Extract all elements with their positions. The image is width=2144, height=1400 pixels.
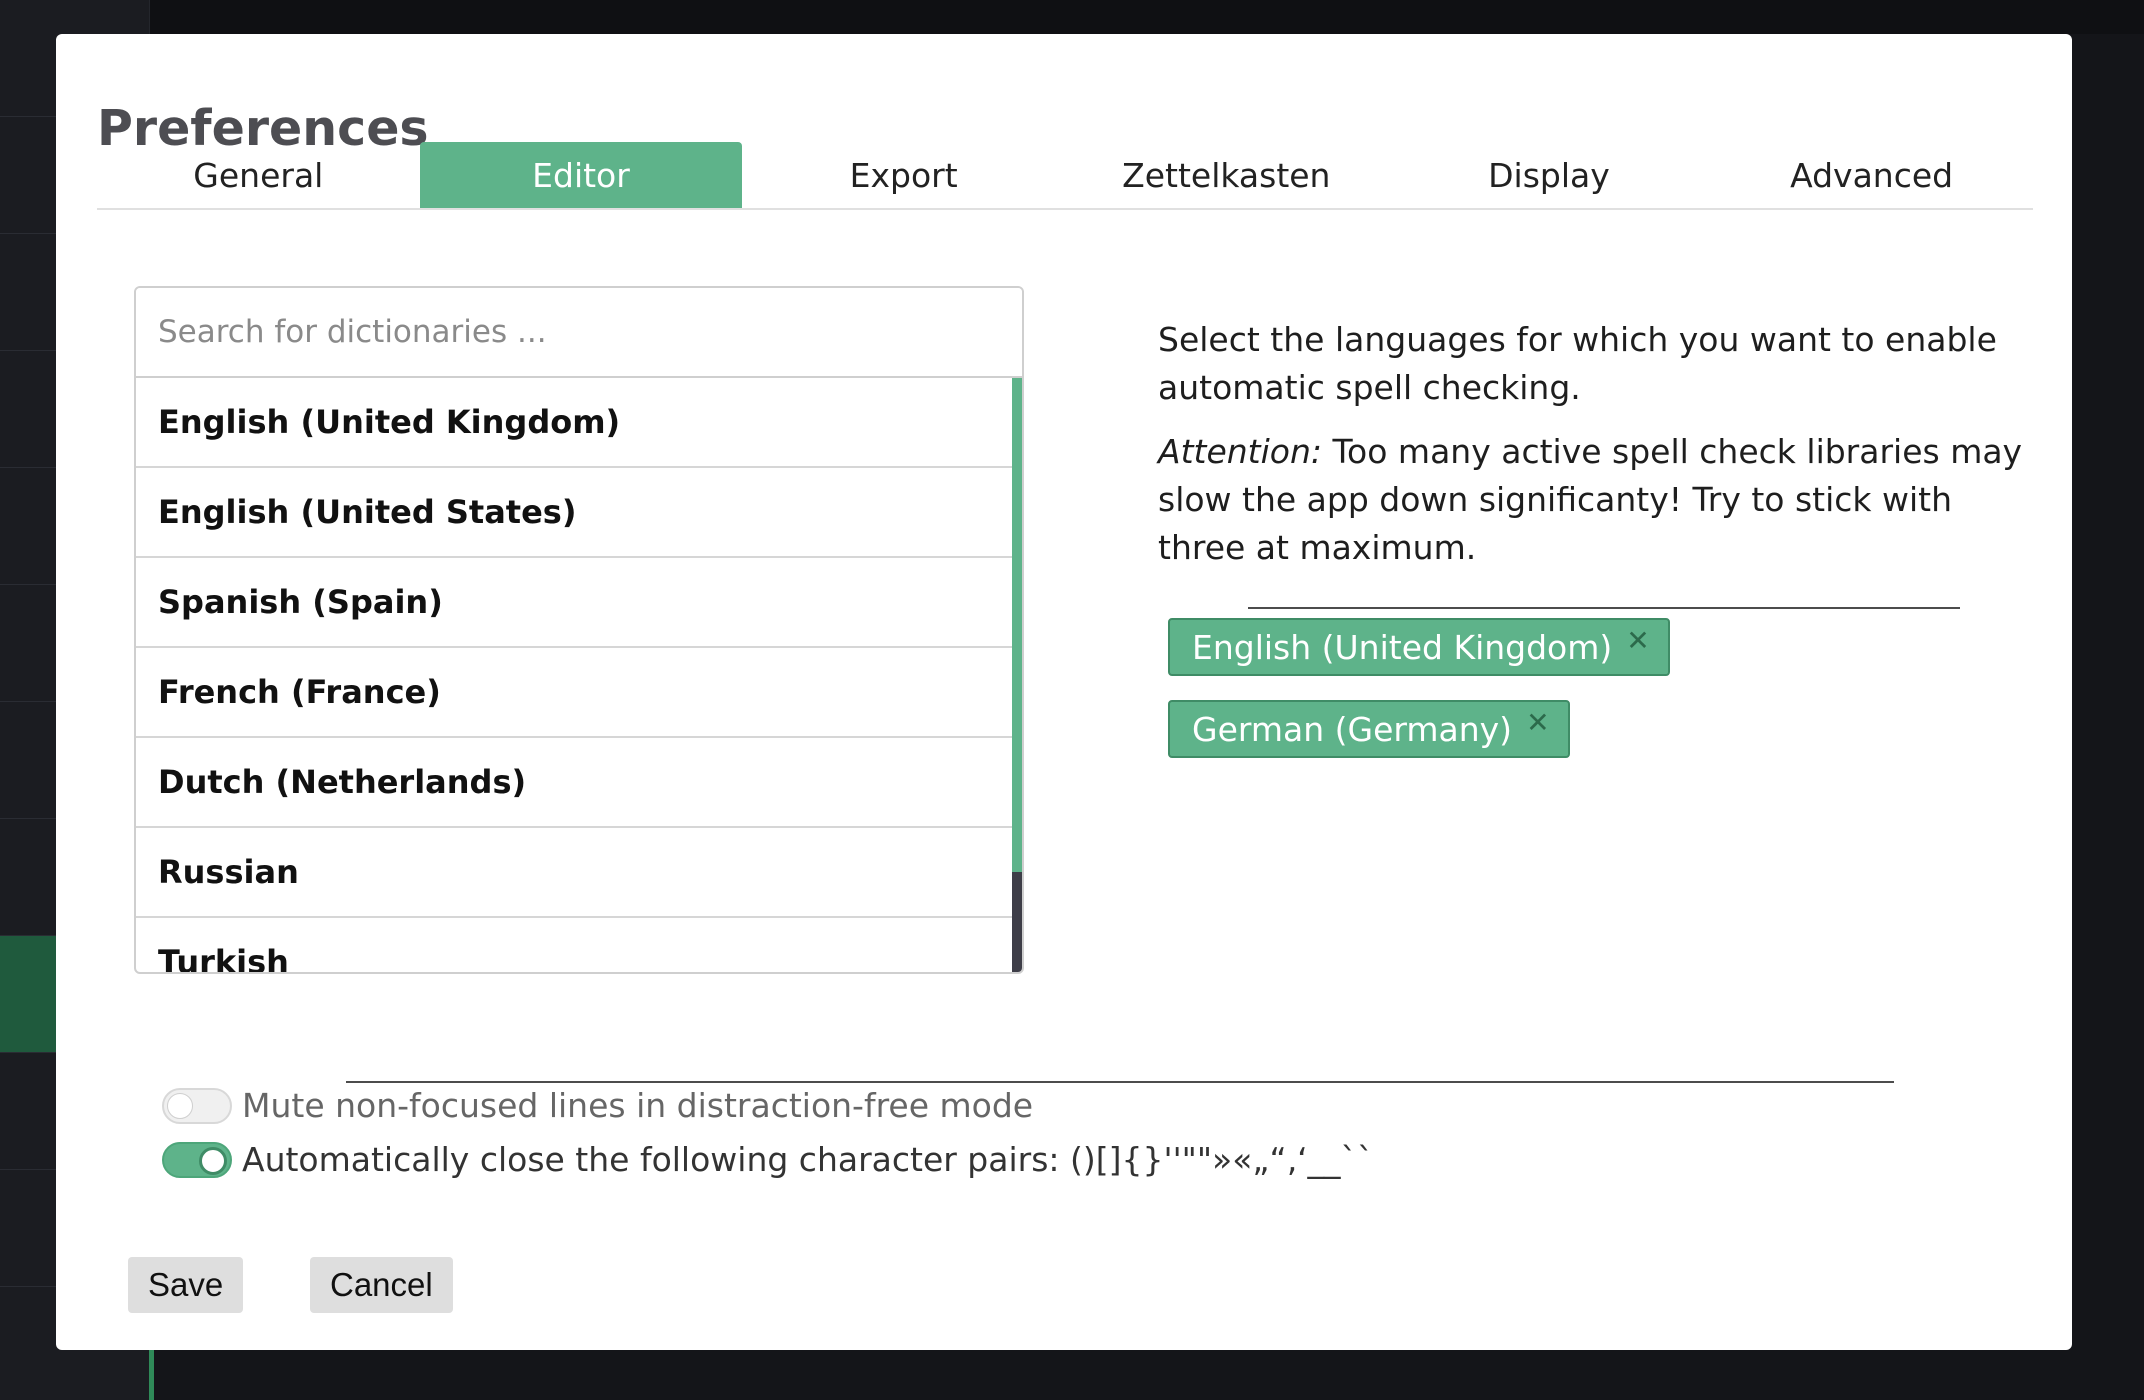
dictionary-item[interactable]: Russian bbox=[136, 828, 1012, 918]
close-icon[interactable]: ✕ bbox=[1526, 706, 1549, 739]
dictionary-list-scrollbar[interactable] bbox=[1012, 378, 1022, 972]
toggle-knob bbox=[199, 1146, 227, 1175]
dictionary-item[interactable]: French (France) bbox=[136, 648, 1012, 738]
spellcheck-attention: Attention: Too many active spell check l… bbox=[1158, 428, 2038, 572]
tab-advanced[interactable]: Advanced bbox=[1710, 142, 2033, 208]
attention-label: Attention: bbox=[1158, 432, 1323, 471]
scrollbar-thumb[interactable] bbox=[1012, 378, 1022, 872]
dictionary-item[interactable]: English (United Kingdom) bbox=[136, 378, 1012, 468]
mute-lines-toggle[interactable] bbox=[162, 1087, 232, 1124]
info-divider bbox=[1248, 607, 1960, 609]
tab-export[interactable]: Export bbox=[742, 142, 1065, 208]
spellcheck-info: Select the languages for which you want … bbox=[1158, 316, 2038, 588]
tab-editor[interactable]: Editor bbox=[419, 142, 743, 208]
background-titlebar bbox=[0, 0, 2144, 34]
tab-general[interactable]: General bbox=[97, 142, 420, 208]
tab-zettelkasten[interactable]: Zettelkasten bbox=[1065, 142, 1388, 208]
dictionary-item[interactable]: Dutch (Netherlands) bbox=[136, 738, 1012, 828]
active-dictionary-tag[interactable]: English (United Kingdom) ✕ bbox=[1168, 618, 1670, 676]
dictionary-item[interactable]: Spanish (Spain) bbox=[136, 558, 1012, 648]
tag-label: German (Germany) bbox=[1192, 709, 1513, 749]
tab-bar: General Editor Export Zettelkasten Displ… bbox=[97, 142, 2033, 210]
dictionary-list[interactable]: English (United Kingdom) English (United… bbox=[136, 378, 1012, 972]
cancel-button[interactable]: Cancel bbox=[310, 1257, 453, 1313]
autoclose-label: Automatically close the following charac… bbox=[242, 1140, 1374, 1179]
mute-lines-option: Mute non-focused lines in distraction-fr… bbox=[162, 1086, 1033, 1125]
autoclose-option: Automatically close the following charac… bbox=[162, 1140, 1374, 1179]
toggle-knob bbox=[167, 1092, 193, 1119]
tag-label: English (United Kingdom) bbox=[1192, 627, 1613, 667]
spellcheck-description: Select the languages for which you want … bbox=[1158, 320, 1997, 407]
section-divider bbox=[346, 1081, 1894, 1083]
autoclose-toggle[interactable] bbox=[162, 1141, 232, 1178]
active-dictionary-tag[interactable]: German (Germany) ✕ bbox=[1168, 700, 1570, 758]
mute-lines-label: Mute non-focused lines in distraction-fr… bbox=[242, 1086, 1034, 1125]
dictionary-item[interactable]: English (United States) bbox=[136, 468, 1012, 558]
dictionary-search-input[interactable] bbox=[136, 288, 1022, 378]
preferences-dialog: Preferences General Editor Export Zettel… bbox=[56, 34, 2072, 1350]
close-icon[interactable]: ✕ bbox=[1626, 624, 1649, 657]
save-button[interactable]: Save bbox=[128, 1257, 244, 1313]
dictionary-selector: English (United Kingdom) English (United… bbox=[134, 286, 1024, 974]
dictionary-item[interactable]: Turkish bbox=[136, 918, 1012, 972]
background-accent-line bbox=[149, 1350, 154, 1400]
tab-display[interactable]: Display bbox=[1388, 142, 1711, 208]
